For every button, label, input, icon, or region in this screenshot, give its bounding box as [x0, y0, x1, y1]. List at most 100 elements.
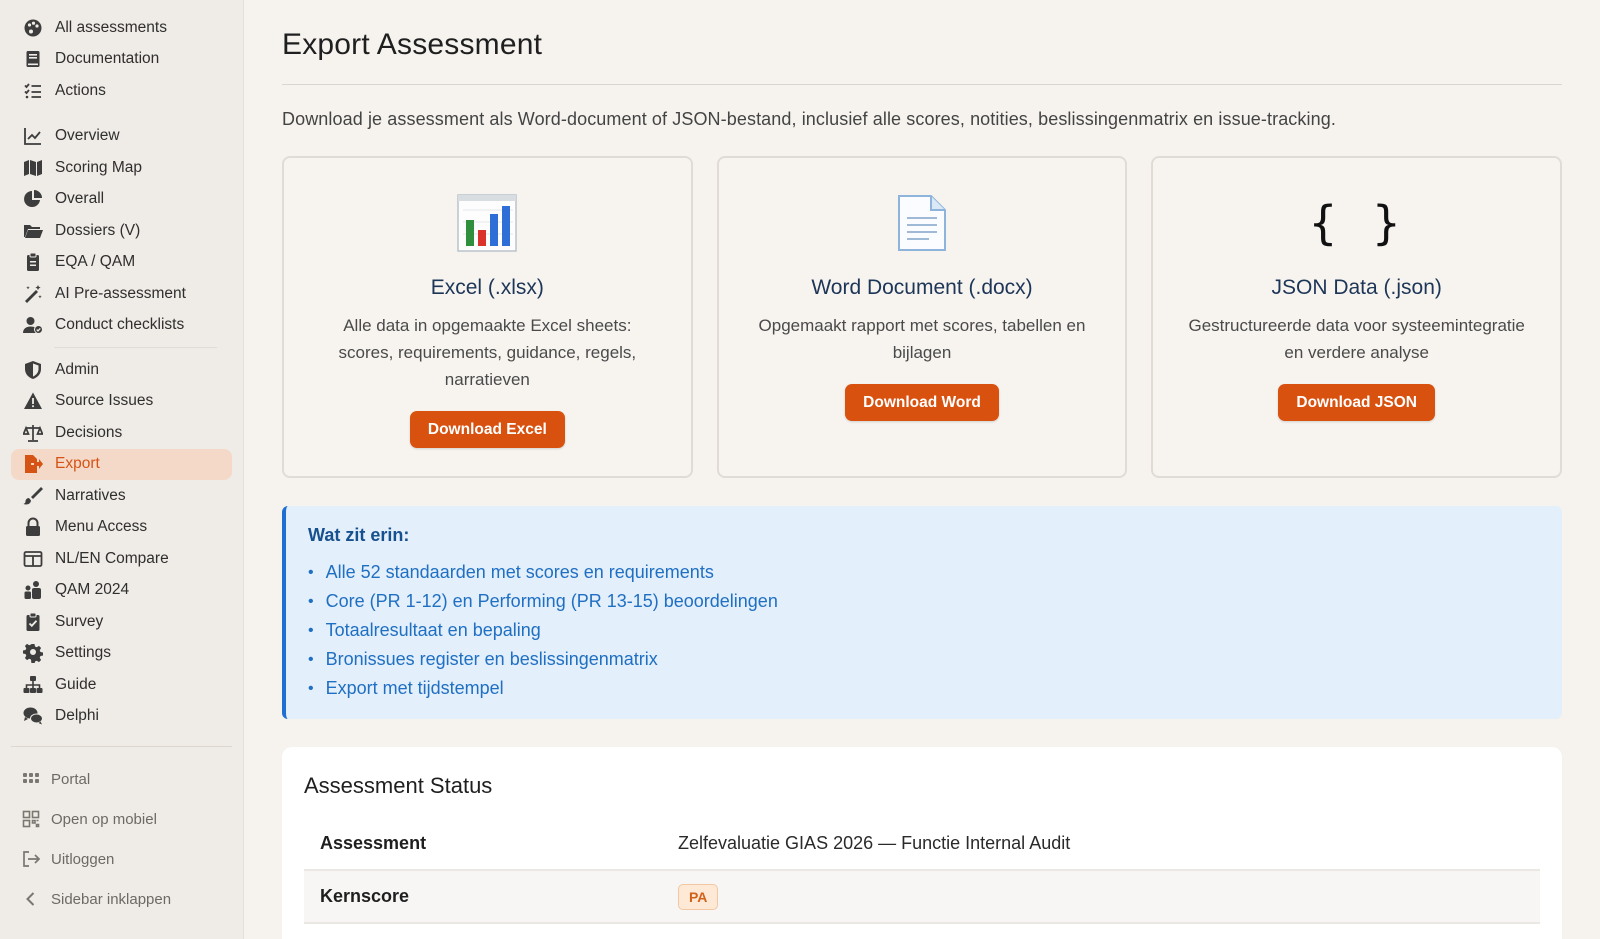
sidebar-item-label: All assessments: [55, 18, 167, 36]
braces-icon: { }: [1309, 196, 1405, 250]
sidebar-item-portal[interactable]: Portal: [0, 759, 243, 799]
sidebar-item-open-op-mobiel[interactable]: Open op mobiel: [0, 799, 243, 839]
card-description: Gestructureerde data voor systeemintegra…: [1188, 316, 1525, 362]
list-item: Bronissues register en beslissingenmatri…: [308, 645, 1540, 674]
sidebar-item-delphi[interactable]: Delphi: [11, 701, 232, 733]
table-row: Assessment Zelfevaluatie GIAS 2026 — Fun…: [304, 817, 1540, 871]
sidebar-item-label: EQA / QAM: [55, 253, 136, 271]
nav-group-tools: Admin Source Issues Decisions Export Nar…: [0, 354, 243, 732]
sidebar-item-label: Export: [55, 455, 100, 473]
user-check-icon: [22, 314, 44, 336]
sidebar-item-all-assessments[interactable]: All assessments: [11, 12, 232, 44]
sidebar-item-label: Documentation: [55, 50, 160, 68]
card-title: Excel (.xlsx): [430, 276, 544, 299]
sidebar-item-label: Overall: [55, 190, 105, 208]
warning-icon: [22, 390, 44, 412]
sidebar-collapse-button[interactable]: Sidebar inklappen: [0, 879, 243, 919]
card-title: Word Document (.docx): [811, 276, 1033, 299]
export-card-excel: Excel (.xlsx) Alle data in opgemaakte Ex…: [282, 156, 693, 478]
sidebar-item-label: AI Pre-assessment: [55, 284, 186, 302]
status-badge: PA: [678, 883, 719, 910]
row-key: Kernscore: [304, 870, 662, 924]
columns-icon: [22, 548, 44, 570]
sidebar-item-nl-en-compare[interactable]: NL/EN Compare: [11, 543, 232, 575]
sidebar-item-qam-2024[interactable]: QAM 2024: [11, 575, 232, 607]
download-excel-button[interactable]: Download Excel: [409, 411, 565, 448]
people-icon: [22, 579, 44, 601]
sidebar-item-label: Delphi: [55, 707, 99, 725]
contents-info-box: Wat zit erin: Alle 52 standaarden met sc…: [282, 506, 1562, 719]
sidebar-item-overview[interactable]: Overview: [11, 121, 232, 153]
chevron-left-icon: [21, 889, 41, 909]
sidebar-item-label: QAM 2024: [55, 581, 130, 599]
sidebar-item-label: Scoring Map: [55, 158, 143, 176]
sidebar-item-overall[interactable]: Overall: [11, 184, 232, 216]
sidebar-item-label: Portal: [51, 770, 91, 788]
grid-icon: [21, 769, 41, 789]
sidebar-item-uitloggen[interactable]: Uitloggen: [0, 839, 243, 879]
sidebar-item-ai-pre-assessment[interactable]: AI Pre-assessment: [11, 278, 232, 310]
sitemap-icon: [22, 674, 44, 696]
sidebar-item-label: Narratives: [55, 486, 126, 504]
info-list: Alle 52 standaarden met scores en requir…: [308, 558, 1540, 703]
row-value: PA: [662, 870, 1540, 924]
row-key: Assessment: [304, 817, 662, 871]
magic-wand-icon: [22, 283, 44, 305]
sidebar-item-label: Menu Access: [55, 518, 148, 536]
sidebar-item-settings[interactable]: Settings: [11, 638, 232, 670]
list-item: Core (PR 1-12) en Performing (PR 13-15) …: [308, 587, 1540, 616]
sidebar-item-label: Open op mobiel: [51, 810, 157, 828]
info-title: Wat zit erin:: [308, 525, 410, 545]
lock-icon: [22, 516, 44, 538]
sidebar-item-label: Guide: [55, 675, 97, 693]
sidebar-item-label: Uitloggen: [51, 850, 115, 868]
qr-icon: [21, 809, 41, 829]
sidebar: All assessments Documentation Actions Ov…: [0, 0, 244, 939]
page-title: Export Assessment: [282, 28, 543, 61]
sidebar-item-decisions[interactable]: Decisions: [11, 417, 232, 449]
sidebar-item-narratives[interactable]: Narratives: [11, 480, 232, 512]
scale-icon: [22, 422, 44, 444]
divider: [282, 84, 1562, 85]
nav-group-analysis: Overview Scoring Map Overall Dossiers (V…: [0, 121, 243, 342]
sidebar-item-label: Admin: [55, 360, 99, 378]
sidebar-item-scoring-map[interactable]: Scoring Map: [11, 152, 232, 184]
sidebar-item-eqa-qam[interactable]: EQA / QAM: [11, 247, 232, 279]
sidebar-item-actions[interactable]: Actions: [11, 75, 232, 107]
main-content: Export Assessment Download je assessment…: [244, 0, 1600, 939]
sidebar-item-label: Conduct checklists: [55, 316, 185, 334]
list-item: Alle 52 standaarden met scores en requir…: [308, 558, 1540, 587]
table-row: Kernscore PA: [304, 870, 1540, 924]
sidebar-item-admin[interactable]: Admin: [11, 354, 232, 386]
sidebar-item-source-issues[interactable]: Source Issues: [11, 386, 232, 418]
palette-icon: [22, 17, 44, 39]
sidebar-item-documentation[interactable]: Documentation: [11, 44, 232, 76]
sidebar-item-dossiers[interactable]: Dossiers (V): [11, 215, 232, 247]
clipboard-icon: [22, 251, 44, 273]
list-check-icon: [22, 80, 44, 102]
card-description: Opgemaakt rapport met scores, tabellen e…: [758, 316, 1086, 362]
sidebar-item-label: Source Issues: [55, 392, 154, 410]
sidebar-item-label: Overview: [55, 127, 120, 145]
row-value: Zelfevaluatie GIAS 2026 — Functie Intern…: [662, 817, 1540, 871]
download-word-button[interactable]: Download Word: [845, 384, 999, 421]
sidebar-item-menu-access[interactable]: Menu Access: [11, 512, 232, 544]
sidebar-item-label: NL/EN Compare: [55, 549, 169, 567]
sidebar-item-conduct-checklists[interactable]: Conduct checklists: [11, 310, 232, 342]
intro-text: Download je assessment als Word-document…: [282, 109, 1336, 129]
clipboard-check-icon: [22, 611, 44, 633]
sidebar-item-guide[interactable]: Guide: [11, 669, 232, 701]
folder-open-icon: [22, 220, 44, 242]
book-icon: [22, 48, 44, 70]
sidebar-item-survey[interactable]: Survey: [11, 606, 232, 638]
sidebar-item-label: Decisions: [55, 423, 123, 441]
download-json-button[interactable]: Download JSON: [1278, 384, 1435, 421]
logout-icon: [21, 849, 41, 869]
map-icon: [22, 157, 44, 179]
sidebar-item-export[interactable]: Export: [11, 448, 232, 480]
document-icon: [897, 192, 947, 254]
export-card-json: { } JSON Data (.json) Gestructureerde da…: [1151, 156, 1563, 478]
card-title: JSON Data (.json): [1271, 276, 1442, 299]
status-title: Assessment Status: [304, 773, 493, 798]
bar-chart-icon: [457, 192, 518, 254]
